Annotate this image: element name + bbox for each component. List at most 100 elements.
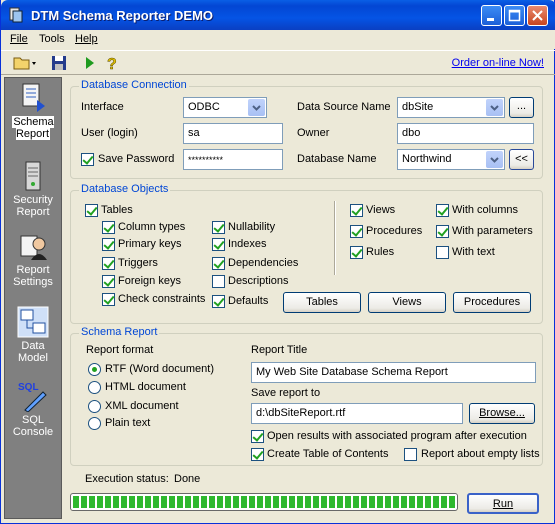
settings-icon — [20, 235, 47, 260]
svg-text:SQL: SQL — [18, 382, 39, 393]
server-icon — [25, 161, 41, 191]
format-text-radio[interactable] — [88, 417, 101, 430]
database-objects-group: Database Objects Tables Column types Pri… — [70, 183, 543, 324]
triggers-label: Triggers — [118, 257, 158, 269]
database-name-select[interactable]: Northwind — [397, 149, 505, 170]
menu-bar: File Tools Help — [1, 30, 555, 49]
procedures-button[interactable]: Procedures — [453, 292, 531, 313]
menu-tools[interactable]: Tools — [39, 33, 65, 45]
password-input[interactable]: ********** — [183, 149, 283, 170]
tables-checkbox[interactable] — [85, 204, 98, 217]
empty-lists-label: Report about empty lists — [421, 448, 540, 460]
with-columns-checkbox[interactable] — [436, 204, 449, 217]
empty-lists-checkbox[interactable] — [404, 448, 417, 461]
indexes-label: Indexes — [228, 238, 267, 250]
interface-label: Interface — [81, 101, 124, 113]
indexes-checkbox[interactable] — [212, 238, 225, 251]
views-checkbox[interactable] — [350, 204, 363, 217]
sidebar-item-schema-report[interactable]: Schema Report — [5, 82, 61, 140]
rules-checkbox[interactable] — [350, 246, 363, 259]
report-title-input[interactable]: My Web Site Database Schema Report — [251, 362, 536, 383]
minimize-icon — [487, 18, 494, 21]
browse-button[interactable]: Browse... — [469, 403, 535, 424]
nullability-checkbox[interactable] — [212, 221, 225, 234]
toc-checkbox[interactable] — [251, 448, 264, 461]
open-results-checkbox[interactable] — [251, 430, 264, 443]
database-name-label: Database Name — [297, 153, 377, 165]
progress-bar — [70, 493, 458, 511]
open-folder-icon[interactable] — [13, 54, 37, 72]
menu-help[interactable]: Help — [75, 33, 98, 45]
rules-label: Rules — [366, 246, 395, 258]
descriptions-checkbox[interactable] — [212, 275, 225, 288]
run-icon[interactable] — [83, 54, 97, 72]
check-constraints-checkbox[interactable] — [102, 293, 115, 306]
views-label: Views — [366, 204, 396, 216]
tables-label: Tables — [101, 204, 133, 216]
sidebar-item-security-report[interactable]: Security Report — [5, 160, 61, 218]
defaults-checkbox[interactable] — [212, 295, 225, 308]
dsn-browse-button[interactable]: ... — [509, 97, 534, 118]
owner-input[interactable]: dbo — [397, 123, 534, 144]
window-title: DTM Schema Reporter DEMO — [31, 8, 214, 23]
procedures-checkbox[interactable] — [350, 225, 363, 238]
interface-select[interactable]: ODBC — [183, 97, 267, 118]
save-path-input[interactable]: d:\dbSiteReport.rtf — [251, 403, 463, 424]
schema-report-icon — [22, 83, 45, 112]
user-label: User (login) — [81, 127, 138, 139]
with-parameters-checkbox[interactable] — [436, 225, 449, 238]
dsn-select[interactable]: dbSite — [397, 97, 505, 118]
views-button[interactable]: Views — [368, 292, 446, 313]
dependencies-checkbox[interactable] — [212, 257, 225, 270]
foreign-keys-label: Foreign keys — [118, 275, 181, 287]
format-html-label: HTML document — [105, 381, 186, 393]
chevron-down-icon — [490, 105, 499, 111]
report-format-label: Report format — [86, 344, 154, 356]
dependencies-label: Dependencies — [228, 257, 299, 269]
objects-divider — [334, 201, 336, 275]
app-icon — [9, 7, 23, 23]
sidebar-item-sql-console[interactable]: SQL SQL Console — [5, 380, 61, 438]
column-types-checkbox[interactable] — [102, 221, 115, 234]
format-html-radio[interactable] — [88, 381, 101, 394]
order-online-link[interactable]: Order on-line Now! — [452, 57, 544, 69]
descriptions-label: Descriptions — [228, 275, 289, 287]
maximize-button[interactable] — [504, 5, 525, 26]
tables-button[interactable]: Tables — [283, 292, 361, 313]
user-input[interactable]: sa — [183, 123, 283, 144]
help-icon[interactable]: ? — [104, 54, 120, 72]
primary-keys-label: Primary keys — [118, 238, 182, 250]
title-bar[interactable]: DTM Schema Reporter DEMO — [1, 0, 555, 30]
sidebar-item-report-settings[interactable]: Report Settings — [5, 230, 61, 288]
nullability-label: Nullability — [228, 221, 276, 233]
dsn-label: Data Source Name — [297, 101, 391, 113]
with-parameters-label: With parameters — [452, 225, 533, 237]
sidebar: Schema Report Security Report Report Set… — [4, 77, 62, 519]
maximize-icon — [508, 9, 521, 22]
foreign-keys-checkbox[interactable] — [102, 275, 115, 288]
with-text-checkbox[interactable] — [436, 246, 449, 259]
svg-text:?: ? — [107, 56, 117, 72]
format-text-label: Plain text — [105, 417, 151, 429]
save-icon[interactable] — [51, 54, 67, 72]
sidebar-item-data-model[interactable]: Data Model — [5, 306, 61, 364]
with-text-label: With text — [452, 246, 495, 258]
schema-report-group: Schema Report Report format RTF (Word do… — [70, 326, 543, 466]
format-xml-radio[interactable] — [88, 400, 101, 413]
format-rtf-radio[interactable] — [88, 363, 101, 376]
primary-keys-checkbox[interactable] — [102, 238, 115, 251]
menu-file[interactable]: File — [10, 33, 28, 45]
triggers-checkbox[interactable] — [102, 257, 115, 270]
save-password-checkbox[interactable] — [81, 153, 94, 166]
format-xml-label: XML document — [105, 400, 179, 412]
database-name-button[interactable]: << — [509, 149, 534, 170]
data-model-icon — [17, 306, 49, 338]
run-button[interactable]: Run — [467, 493, 539, 514]
close-button[interactable] — [527, 5, 548, 26]
chevron-down-icon — [252, 105, 261, 111]
minimize-button[interactable] — [481, 5, 502, 26]
chevron-down-icon — [490, 157, 499, 163]
group-title: Database Objects — [79, 183, 171, 195]
toc-label: Create Table of Contents — [267, 448, 389, 460]
with-columns-label: With columns — [452, 204, 519, 216]
